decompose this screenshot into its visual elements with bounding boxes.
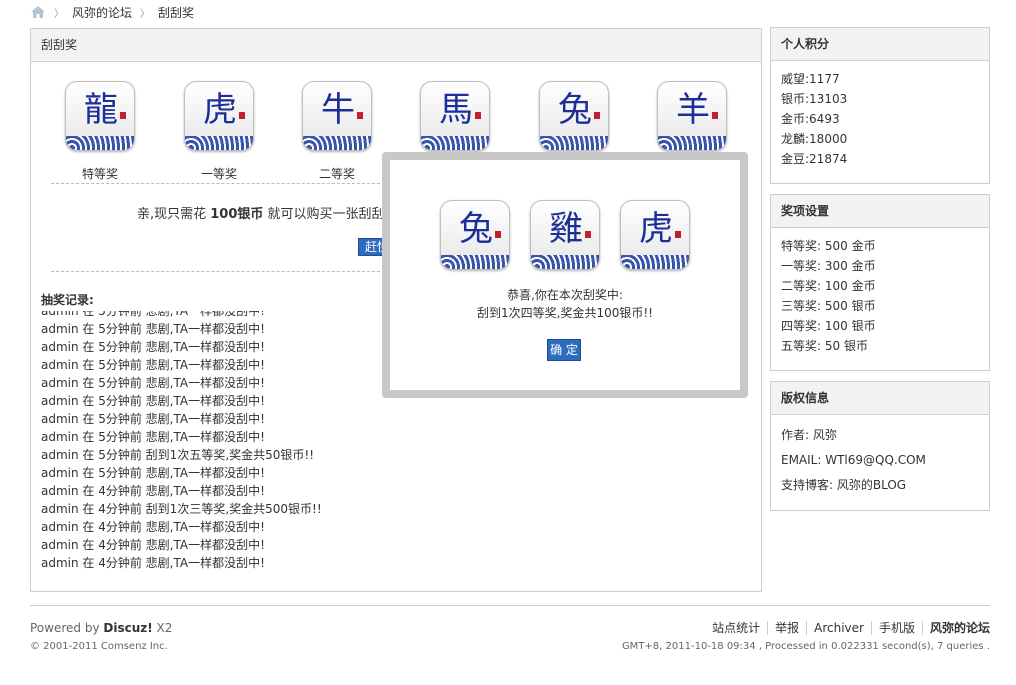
- tiger-icon: 虎: [620, 200, 690, 270]
- record-row: admin 在 4分钟前 悲剧,TA一样都没刮中!: [41, 520, 265, 534]
- prize-tile: 虎 一等奖: [184, 81, 254, 182]
- ox-icon: 牛: [302, 81, 372, 151]
- copyright-blog[interactable]: 支持博客: 风弥的BLOG: [781, 473, 979, 498]
- result-detail: 刮到1次四等奖,奖金共100银币!!: [477, 306, 653, 320]
- copyright-title: 版权信息: [771, 382, 989, 415]
- prize-setting-line: 五等奖: 50 银币: [781, 339, 868, 353]
- rabbit-icon: 兔: [539, 81, 609, 151]
- prize-tile: 牛 二等奖: [302, 81, 372, 182]
- records-title: 抽奖记录:: [41, 293, 94, 307]
- record-row: admin 在 4分钟前 悲剧,TA一样都没刮中!: [41, 484, 265, 498]
- prize-tile: 兔: [539, 81, 609, 151]
- footer-links: 站点统计 举报 Archiver 手机版 风弥的论坛: [705, 621, 990, 635]
- prize-setting-line: 三等奖: 500 银币: [781, 299, 876, 313]
- record-row: admin 在 4分钟前 悲剧,TA一样都没刮中!: [41, 556, 265, 570]
- prize-settings-title: 奖项设置: [771, 195, 989, 228]
- record-row: admin 在 5分钟前 悲剧,TA一样都没刮中!: [41, 430, 265, 444]
- footer-link-mobile[interactable]: 手机版: [870, 621, 922, 635]
- prize-tile: 龍 特等奖: [65, 81, 135, 182]
- buy-price: 100银币: [210, 207, 264, 222]
- prize-label: 特等奖: [81, 167, 118, 181]
- points-title: 个人积分: [771, 28, 989, 61]
- discuz-link[interactable]: Discuz!: [103, 621, 152, 635]
- result-tile: 雞: [530, 200, 600, 270]
- points-box: 个人积分 威望:1177 银币:13103 金币:6493 龙麟:18000 金…: [770, 27, 990, 184]
- prize-label: 二等奖: [318, 167, 355, 181]
- horse-icon: 馬: [420, 81, 490, 151]
- dragon-icon: 龍: [65, 81, 135, 151]
- prize-tile: 羊: [657, 81, 727, 151]
- copyright-email: EMAIL: WTl69@QQ.COM: [781, 453, 926, 467]
- result-tile: 虎: [620, 200, 690, 270]
- buy-text: 亲,现只需花: [137, 207, 211, 222]
- tiger-icon: 虎: [184, 81, 254, 151]
- footer-link-stats[interactable]: 站点统计: [705, 621, 767, 635]
- chevron-right-icon: 〉: [54, 8, 64, 20]
- prize-setting-line: 四等奖: 100 银币: [781, 319, 876, 333]
- chevron-right-icon: 〉: [140, 8, 151, 20]
- copyright-author: 作者: 风弥: [781, 428, 837, 442]
- record-row: admin 在 5分钟前 刮到1次五等奖,奖金共50银币!!: [41, 448, 315, 462]
- buy-info: 亲,现只需花 100银币 就可以购买一张刮刮奖彩: [137, 203, 411, 222]
- result-tile: 兔: [440, 200, 510, 270]
- rabbit-icon: 兔: [440, 200, 510, 270]
- prize-tile: 馬: [420, 81, 490, 151]
- footer-link-archiver[interactable]: Archiver: [806, 621, 871, 635]
- breadcrumb: 〉 风弥的论坛 〉 刮刮奖: [30, 3, 194, 21]
- footer-link-report[interactable]: 举报: [767, 621, 806, 635]
- record-row: admin 在 4分钟前 刮到1次三等奖,奖金共500银币!!: [41, 502, 322, 516]
- points-line: 金币:6493: [781, 112, 840, 126]
- confirm-button[interactable]: 确 定: [547, 339, 581, 361]
- points-line: 银币:13103: [781, 92, 848, 106]
- footer-link-forum[interactable]: 风弥的论坛: [921, 621, 990, 635]
- powered-by: Powered by Discuz! X2: [30, 621, 173, 635]
- record-row: admin 在 4分钟前 悲剧,TA一样都没刮中!: [41, 538, 265, 552]
- home-icon[interactable]: [30, 5, 46, 19]
- prize-setting-line: 一等奖: 300 金币: [781, 259, 876, 273]
- breadcrumb-forum-link[interactable]: 风弥的论坛: [72, 4, 132, 21]
- prize-setting-line: 二等奖: 100 金币: [781, 279, 876, 293]
- goat-icon: 羊: [657, 81, 727, 151]
- result-message: 恭喜,你在本次刮奖中:: [507, 288, 623, 302]
- prize-settings-box: 奖项设置 特等奖: 500 金币 一等奖: 300 金币 二等奖: 100 金币…: [770, 194, 990, 371]
- points-line: 威望:1177: [781, 72, 840, 86]
- points-line: 龙麟:18000: [781, 132, 848, 146]
- footer-stats: GMT+8, 2011-10-18 09:34 , Processed in 0…: [621, 641, 990, 652]
- points-line: 金豆:21874: [781, 152, 848, 166]
- record-row: admin 在 5分钟前 悲剧,TA一样都没刮中!: [41, 412, 265, 426]
- prize-setting-line: 特等奖: 500 金币: [781, 239, 876, 253]
- record-row: admin 在 5分钟前 悲剧,TA一样都没刮中!: [41, 466, 265, 480]
- breadcrumb-current: 刮刮奖: [158, 5, 195, 20]
- footer: Powered by Discuz! X2 © 2001-2011 Comsen…: [30, 605, 990, 652]
- rooster-icon: 雞: [530, 200, 600, 270]
- panel-title: 刮刮奖: [31, 29, 761, 62]
- copyright-box: 版权信息 作者: 风弥 EMAIL: WTl69@QQ.COM 支持博客: 风弥…: [770, 381, 990, 511]
- copyright-text: © 2001-2011 Comsenz Inc.: [30, 641, 168, 652]
- result-dialog: 兔 雞 虎 恭喜,你在本次刮奖中: 刮到1次四等奖,奖金共100银币!! 确 定: [382, 152, 748, 398]
- prize-label: 一等奖: [200, 167, 237, 181]
